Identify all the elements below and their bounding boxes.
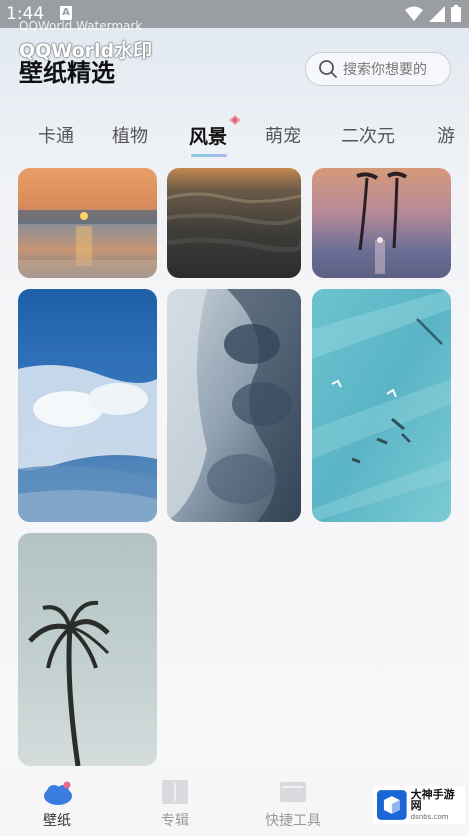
nav-label-wallpaper: 壁纸 — [43, 813, 71, 829]
nav-label-albums: 专辑 — [161, 813, 189, 829]
tools-icon — [280, 782, 306, 802]
wallpaper-tile[interactable] — [18, 289, 157, 522]
hot-badge-icon — [229, 115, 241, 125]
wallpaper-misty-waves — [167, 289, 301, 522]
status-icons — [405, 5, 461, 22]
watermark-small: QQWorld Watermark — [19, 19, 143, 33]
wallpaper-sunset-sea — [18, 168, 157, 278]
wallpaper-palm-dusk — [312, 168, 451, 278]
tab-cartoon[interactable]: 卡通 — [38, 122, 74, 148]
nav-albums[interactable]: 专辑 — [125, 768, 225, 836]
nav-quick-tools[interactable]: 快捷工具 — [243, 768, 343, 836]
search-input[interactable]: 搜索你想要的 — [305, 52, 451, 86]
wallpaper-ocean-foam — [18, 289, 157, 522]
brand-watermark: 大神手游网 dsnbs.com — [373, 786, 465, 824]
wifi-icon — [405, 6, 423, 21]
battery-icon — [451, 5, 461, 22]
tab-games[interactable]: 游 — [437, 122, 455, 148]
wallpaper-tile[interactable] — [167, 289, 301, 522]
wallpaper-tile[interactable] — [167, 168, 301, 278]
wallpaper-cloud-icon — [44, 781, 72, 805]
signal-icon — [429, 5, 445, 22]
wallpaper-tile[interactable] — [18, 168, 157, 278]
wallpaper-tile[interactable] — [18, 533, 157, 766]
watermark-big: QQWorld水印 — [19, 40, 153, 62]
wallpaper-tile[interactable] — [312, 289, 451, 522]
search-placeholder: 搜索你想要的 — [343, 62, 427, 78]
tab-plants[interactable]: 植物 — [112, 122, 148, 148]
tab-scenery[interactable]: 风景 — [189, 122, 227, 149]
wallpaper-palm-tree-sky — [18, 533, 157, 766]
nav-wallpaper[interactable]: 壁纸 — [7, 768, 107, 836]
brand-url: dsnbs.com — [410, 813, 449, 821]
brand-logo-icon — [377, 790, 407, 820]
albums-icon — [162, 780, 188, 804]
wallpaper-tile[interactable] — [312, 168, 451, 278]
tab-pets[interactable]: 萌宠 — [265, 122, 301, 148]
brand-name: 大神手游网 — [410, 788, 455, 812]
notification-icon: A — [60, 6, 72, 20]
wallpaper-dark-waves — [167, 168, 301, 278]
active-tab-indicator — [191, 154, 227, 157]
wallpaper-turquoise-water-birds — [312, 289, 451, 522]
nav-label-quick-tools: 快捷工具 — [265, 813, 321, 829]
tab-anime[interactable]: 二次元 — [341, 122, 395, 148]
search-icon — [319, 60, 337, 78]
